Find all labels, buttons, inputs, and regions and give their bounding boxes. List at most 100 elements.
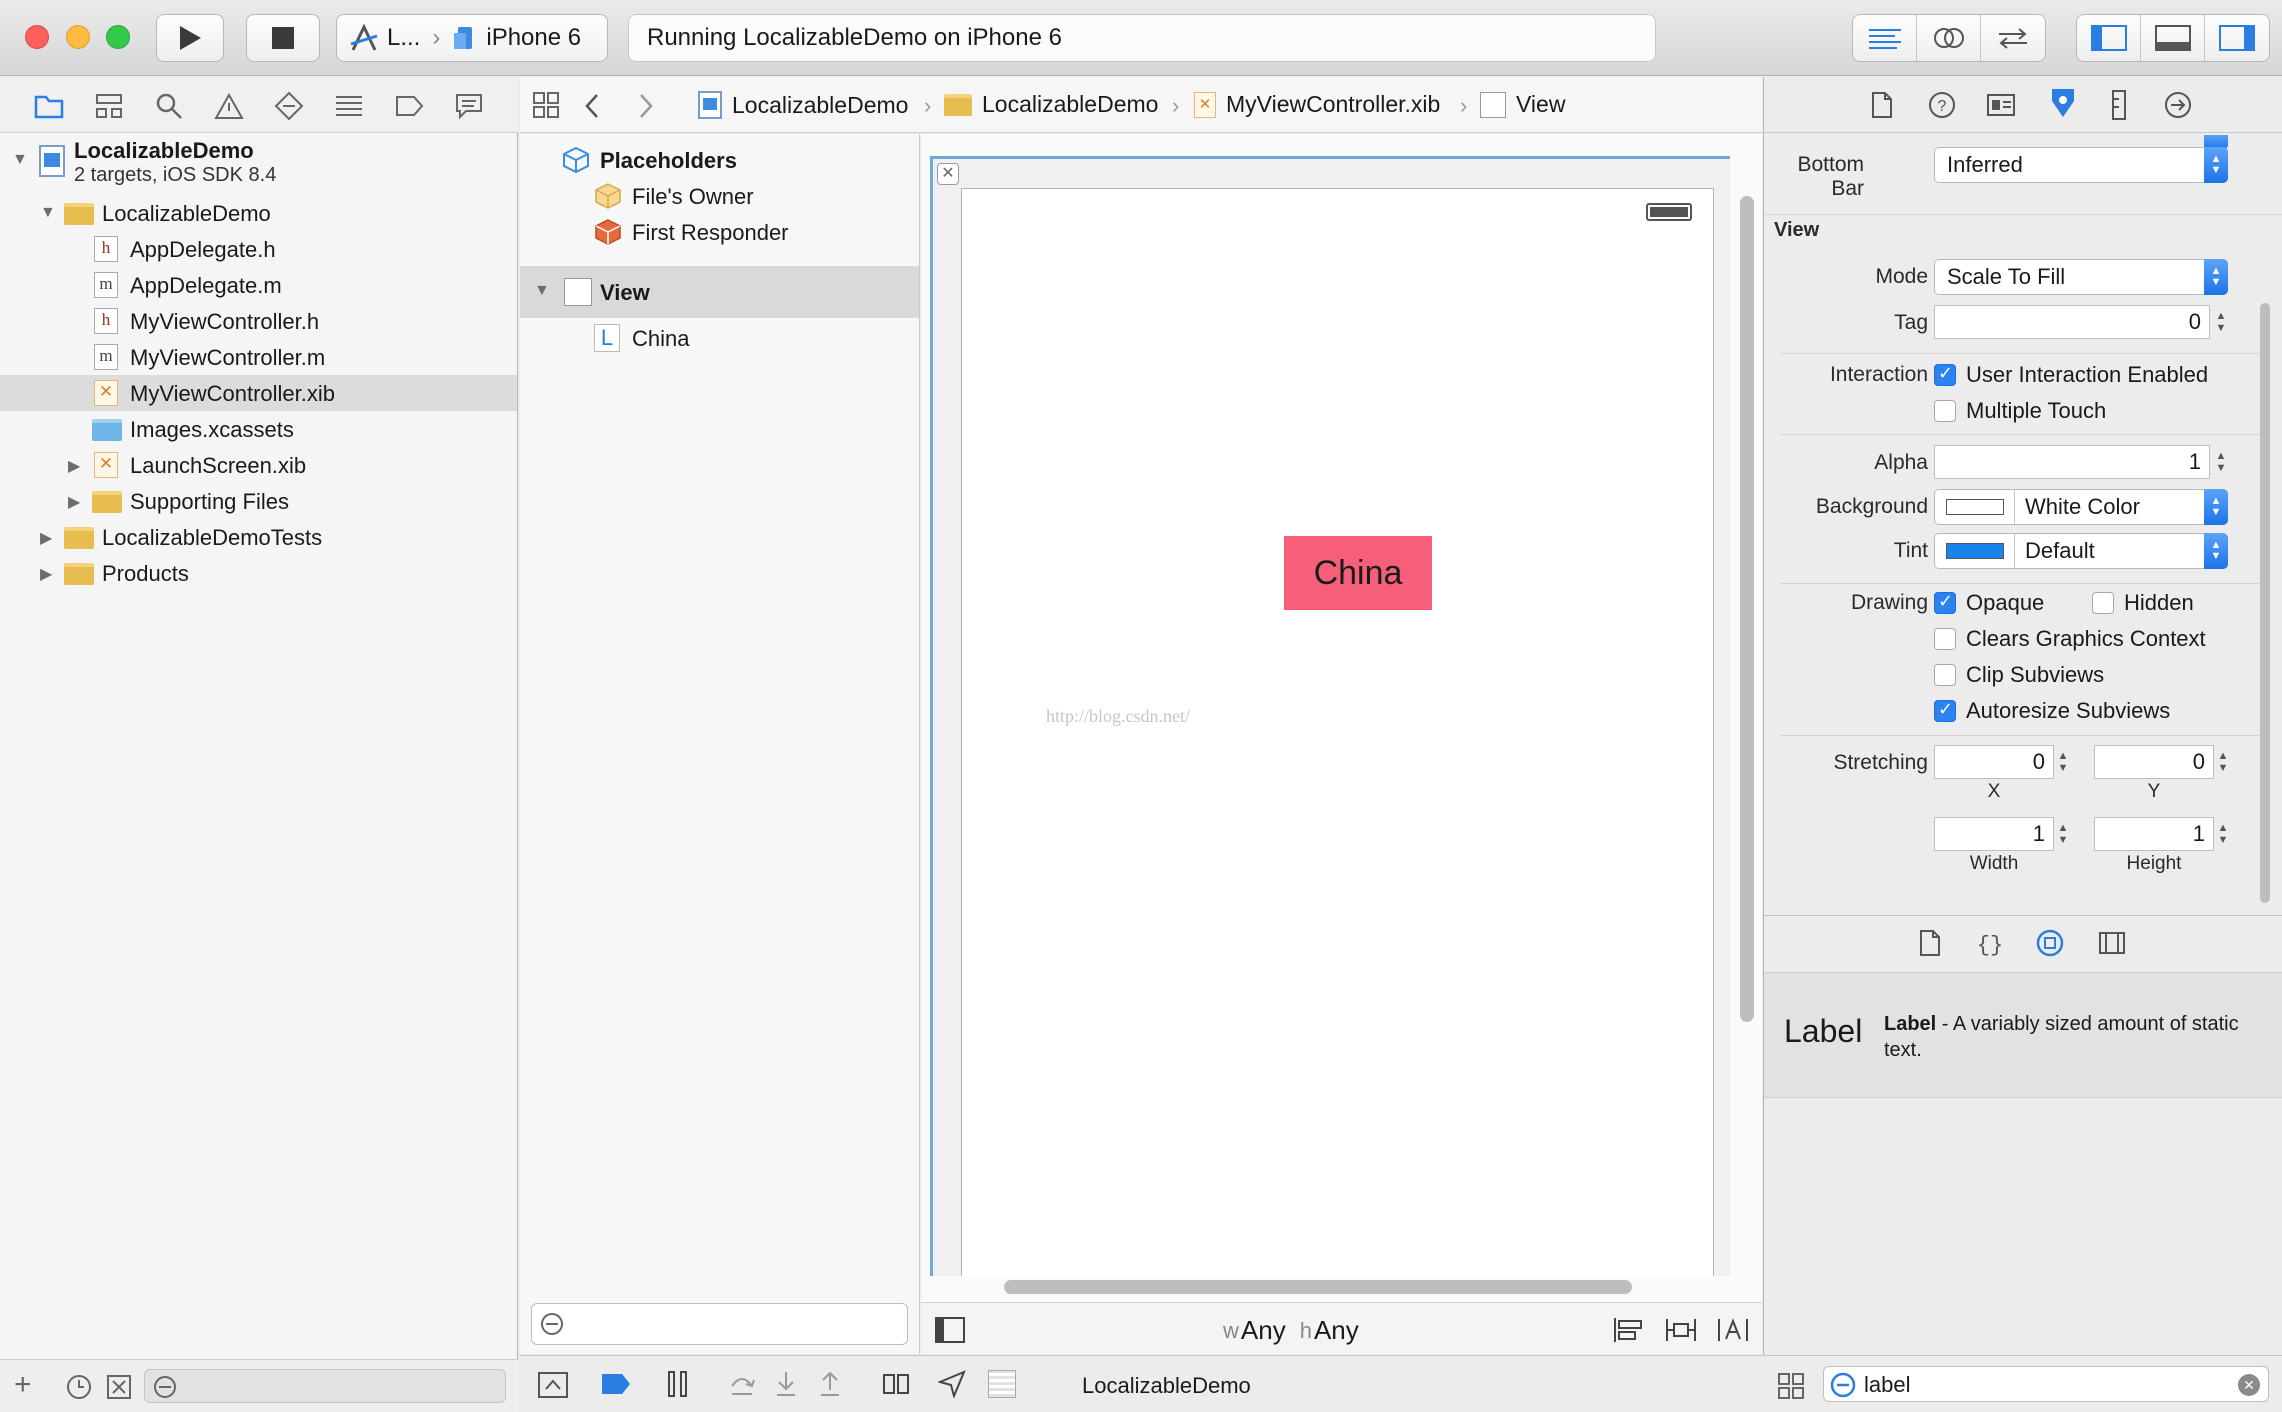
hide-debug-area-icon[interactable] (538, 1372, 568, 1398)
stop-button[interactable] (246, 14, 320, 62)
color-well[interactable] (1935, 490, 2015, 524)
library-item-label[interactable]: Label Label - A variably sized amount of… (1764, 972, 2282, 1098)
tree-item-myviewcontroller-xib[interactable]: ✕ MyViewController.xib (0, 375, 517, 411)
project-navigator-tab[interactable] (32, 89, 66, 123)
china-label[interactable]: China (1284, 536, 1432, 610)
identity-inspector-icon[interactable] (1986, 91, 2016, 119)
minimize-window-button[interactable] (66, 25, 90, 49)
multiple-touch-checkbox[interactable] (1934, 400, 1956, 422)
issue-navigator-tab[interactable] (212, 89, 246, 123)
file-inspector-icon[interactable] (1870, 91, 1894, 119)
size-class-selector[interactable]: w Any h Any (1223, 1315, 1359, 1346)
breadcrumb-group[interactable]: LocalizableDemo (944, 91, 1158, 118)
scheme-selector[interactable]: L... › iPhone 6 (336, 14, 608, 62)
hidden-checkbox[interactable] (2092, 592, 2114, 614)
tree-item-images-xcassets[interactable]: Images.xcassets (0, 411, 517, 447)
disclosure-closed-icon[interactable]: ▶ (40, 528, 52, 548)
navigator-filter-field[interactable] (144, 1369, 506, 1403)
tree-item-launchscreen-xib[interactable]: ▶ ✕ LaunchScreen.xib (0, 447, 517, 483)
toggle-utilities-button[interactable] (2205, 15, 2269, 61)
project-root-row[interactable]: ▼ LocalizableDemo 2 targets, iOS SDK 8.4 (0, 133, 517, 189)
alpha-field[interactable]: 1 (1934, 445, 2210, 479)
disclosure-closed-icon[interactable]: ▶ (40, 564, 52, 584)
alpha-stepper[interactable]: ▲ ▼ (2214, 445, 2228, 479)
outline-label-china[interactable]: L China (520, 320, 919, 356)
tag-field[interactable]: 0 (1934, 305, 2210, 339)
clear-filter-icon[interactable]: ✕ (2238, 1374, 2260, 1396)
stretch-height-stepper[interactable]: ▲ ▼ (2216, 817, 2230, 851)
step-into-icon[interactable] (774, 1370, 798, 1398)
disclosure-open-icon[interactable]: ▼ (40, 204, 56, 222)
add-icon[interactable]: + (14, 1370, 32, 1400)
test-navigator-tab[interactable] (272, 89, 306, 123)
zoom-window-button[interactable] (106, 25, 130, 49)
stretch-y-stepper[interactable]: ▲ ▼ (2216, 745, 2230, 779)
breadcrumb-project[interactable]: LocalizableDemo (698, 91, 908, 119)
report-navigator-tab[interactable] (452, 89, 486, 123)
close-scene-icon[interactable]: ✕ (937, 163, 959, 185)
user-interaction-checkbox[interactable] (1934, 363, 1956, 386)
color-well[interactable] (1935, 534, 2015, 568)
disclosure-open-icon[interactable]: ▼ (534, 282, 550, 300)
file-template-library-icon[interactable] (1918, 929, 1942, 957)
breakpoints-toggle-icon[interactable] (600, 1372, 632, 1396)
outline-first-responder[interactable]: First Responder (520, 214, 919, 250)
code-snippet-library-icon[interactable]: {} (1976, 929, 2004, 957)
inspector-scrollbar[interactable] (2260, 303, 2270, 903)
pin-icon[interactable] (1665, 1317, 1697, 1343)
tree-item-appdelegate-h[interactable]: h AppDelegate.h (0, 231, 517, 267)
clears-graphics-checkbox[interactable] (1934, 628, 1956, 650)
tag-stepper[interactable]: ▲ ▼ (2214, 305, 2228, 339)
tint-color-popup[interactable]: Default ▲ ▼ (1934, 533, 2228, 569)
stretch-x-stepper[interactable]: ▲ ▼ (2056, 745, 2070, 779)
simulated-screen[interactable] (961, 188, 1714, 1276)
grid-view-icon[interactable] (1777, 1372, 1805, 1400)
object-library-icon[interactable] (2036, 929, 2064, 957)
disclosure-open-icon[interactable]: ▼ (12, 151, 28, 169)
resolve-auto-layout-icon[interactable] (1717, 1317, 1749, 1343)
bottom-bar-popup[interactable]: Inferred ▲ ▼ (1934, 147, 2228, 183)
recent-files-icon[interactable] (66, 1374, 92, 1400)
scm-status-icon[interactable] (106, 1374, 132, 1400)
related-items-icon[interactable] (532, 91, 560, 119)
outline-view[interactable]: ▼ View (520, 266, 919, 318)
tree-item-group-localizabledemo[interactable]: ▼ LocalizableDemo (0, 195, 517, 231)
symbol-navigator-tab[interactable] (92, 89, 126, 123)
breakpoint-navigator-tab[interactable] (392, 89, 426, 123)
stretch-x-field[interactable]: 0 (1934, 745, 2054, 779)
outline-filter-field[interactable] (531, 1303, 908, 1345)
size-inspector-icon[interactable] (2110, 89, 2128, 121)
media-library-icon[interactable] (2098, 929, 2126, 957)
toggle-debug-area-button[interactable] (2141, 15, 2205, 61)
align-icon[interactable] (1613, 1317, 1645, 1343)
tree-item-supporting-files[interactable]: ▶ Supporting Files (0, 483, 517, 519)
standard-editor-button[interactable] (1853, 15, 1917, 61)
version-editor-button[interactable] (1981, 15, 2045, 61)
assistant-editor-button[interactable] (1917, 15, 1981, 61)
debug-navigator-tab[interactable] (332, 89, 366, 123)
breadcrumb-view[interactable]: View (1480, 91, 1565, 118)
library-filter-field[interactable]: label ✕ (1823, 1366, 2269, 1402)
vertical-scrollbar[interactable] (1740, 196, 1754, 1022)
connections-inspector-icon[interactable] (2164, 91, 2192, 119)
tree-item-myviewcontroller-h[interactable]: h MyViewController.h (0, 303, 517, 339)
step-over-icon[interactable] (728, 1370, 756, 1398)
stretch-width-stepper[interactable]: ▲ ▼ (2056, 817, 2070, 851)
disclosure-closed-icon[interactable]: ▶ (68, 492, 80, 512)
run-button[interactable] (156, 14, 224, 62)
step-out-icon[interactable] (818, 1370, 842, 1398)
back-arrow-icon[interactable] (584, 93, 600, 119)
horizontal-scrollbar[interactable] (1004, 1280, 1632, 1294)
background-color-popup[interactable]: White Color ▲ ▼ (1934, 489, 2228, 525)
opaque-checkbox[interactable] (1934, 591, 1956, 614)
tree-item-localizabledemotests[interactable]: ▶ LocalizableDemoTests (0, 519, 517, 555)
clip-subviews-checkbox[interactable] (1934, 664, 1956, 686)
find-navigator-tab[interactable] (152, 89, 186, 123)
close-window-button[interactable] (25, 25, 49, 49)
stretch-height-field[interactable]: 1 (2094, 817, 2214, 851)
pause-icon[interactable] (666, 1370, 690, 1398)
breadcrumb-file[interactable]: ✕ MyViewController.xib (1194, 91, 1440, 118)
view-debugger-icon[interactable] (882, 1370, 910, 1398)
tree-item-appdelegate-m[interactable]: m AppDelegate.m (0, 267, 517, 303)
toggle-navigator-button[interactable] (2077, 15, 2141, 61)
